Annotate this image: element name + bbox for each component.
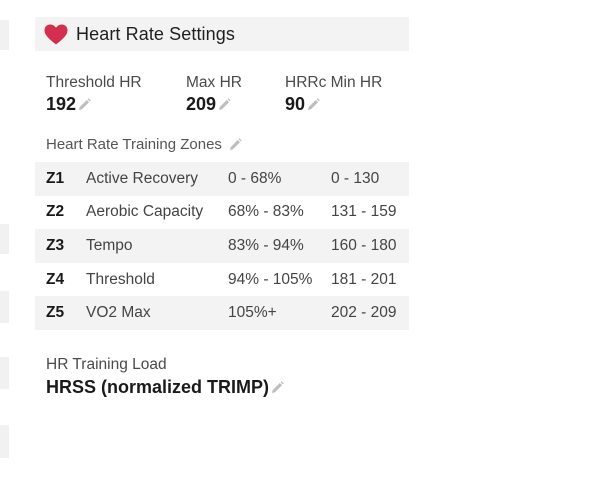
zone-id: Z3 <box>46 236 65 254</box>
zone-name: Aerobic Capacity <box>86 203 204 221</box>
zone-name: Tempo <box>86 236 133 254</box>
zone-percent: 94% - 105% <box>228 270 313 288</box>
edit-zones-pencil-icon[interactable] <box>229 138 242 151</box>
zone-row: Z5 VO2 Max 105%+ 202 - 209 <box>35 296 409 330</box>
threshold-hr-label: Threshold HR <box>46 74 142 91</box>
zone-bpm: 202 - 209 <box>331 304 397 322</box>
zone-bpm: 181 - 201 <box>331 270 397 288</box>
zone-id: Z5 <box>46 304 65 322</box>
zone-name: Threshold <box>86 270 155 288</box>
edit-max-hr-pencil-icon[interactable] <box>218 98 231 111</box>
zones-section-title: Heart Rate Training Zones <box>46 136 222 153</box>
training-load-label: HR Training Load <box>46 356 167 373</box>
max-hr-label: Max HR <box>186 74 242 91</box>
left-edge-fragment <box>0 291 9 323</box>
edit-threshold-hr-pencil-icon[interactable] <box>78 98 91 111</box>
zone-id: Z4 <box>46 270 65 288</box>
left-edge-fragment <box>0 224 9 254</box>
zone-name: VO2 Max <box>86 304 151 322</box>
edit-training-load-pencil-icon[interactable] <box>271 381 284 394</box>
page-title: Heart Rate Settings <box>76 23 235 44</box>
zone-id: Z1 <box>46 169 65 187</box>
zone-row: Z1 Active Recovery 0 - 68% 0 - 130 <box>35 162 409 196</box>
heart-icon <box>44 23 68 45</box>
zone-row: Z2 Aerobic Capacity 68% - 83% 131 - 159 <box>35 196 409 230</box>
hrrc-min-hr-label: HRRc Min HR <box>285 74 383 91</box>
zone-bpm: 0 - 130 <box>331 169 380 187</box>
hrrc-min-hr-metric: HRRc Min HR 90 <box>285 73 382 115</box>
zones-section-label: Heart Rate Training Zones <box>46 136 242 153</box>
zone-percent: 68% - 83% <box>228 203 304 221</box>
zone-percent: 0 - 68% <box>228 169 282 187</box>
zone-percent: 83% - 94% <box>228 236 304 254</box>
edit-hrrc-min-hr-pencil-icon[interactable] <box>307 98 320 111</box>
training-load-value: HRSS (normalized TRIMP) <box>46 377 270 397</box>
top-edge-fragment <box>356 0 476 2</box>
max-hr-metric: Max HR 209 <box>186 73 242 115</box>
left-edge-fragment <box>0 20 9 50</box>
heart-rate-settings-page: Heart Rate Settings Threshold HR 192 Max… <box>0 0 591 499</box>
zone-id: Z2 <box>46 203 65 221</box>
zone-name: Active Recovery <box>86 169 198 187</box>
left-edge-fragment <box>0 357 9 389</box>
max-hr-value: 209 <box>186 94 217 114</box>
zone-bpm: 131 - 159 <box>331 203 397 221</box>
zone-percent: 105%+ <box>228 304 277 322</box>
zones-table: Z1 Active Recovery 0 - 68% 0 - 130 Z2 Ae… <box>35 162 409 330</box>
left-edge-fragment <box>0 425 9 458</box>
zone-row: Z4 Threshold 94% - 105% 181 - 201 <box>35 263 409 297</box>
zone-row: Z3 Tempo 83% - 94% 160 - 180 <box>35 229 409 263</box>
hrrc-min-hr-value: 90 <box>285 94 306 114</box>
threshold-hr-metric: Threshold HR 192 <box>46 73 142 115</box>
threshold-hr-value: 192 <box>46 94 77 114</box>
section-header: Heart Rate Settings <box>35 17 409 51</box>
zone-bpm: 160 - 180 <box>331 236 397 254</box>
training-load-value-row: HRSS (normalized TRIMP) <box>46 377 284 398</box>
